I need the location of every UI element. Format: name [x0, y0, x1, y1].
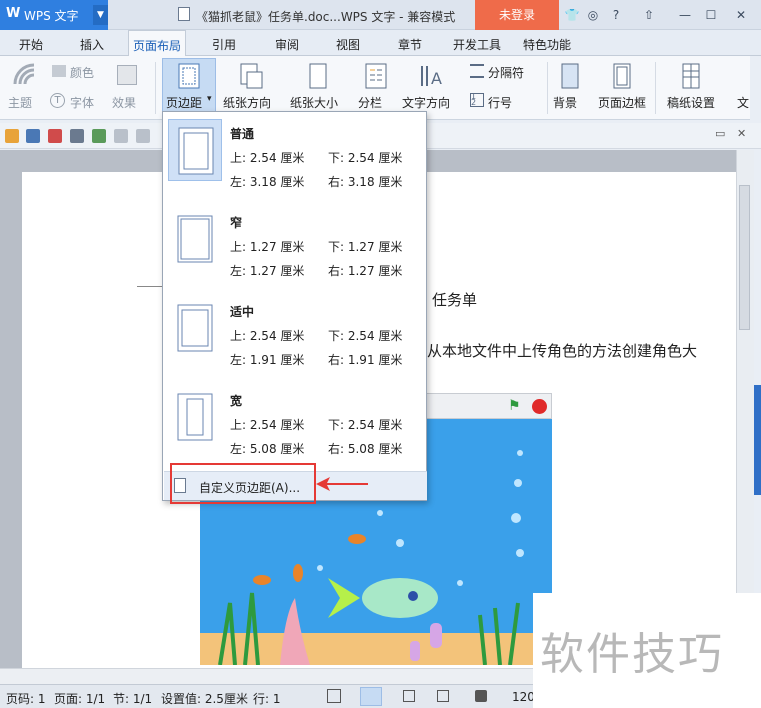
orientation-icon	[240, 63, 263, 89]
maximize-icon[interactable]: ☐	[702, 6, 720, 24]
open-icon[interactable]	[5, 129, 19, 143]
restore-icon[interactable]: ▭	[715, 127, 725, 140]
breaks-button[interactable]: 分隔符	[488, 64, 524, 81]
columns-icon	[365, 63, 387, 89]
effect-button[interactable]: 效果	[112, 94, 136, 111]
document-heading: 任务单	[432, 291, 478, 309]
tab-review[interactable]: 审阅	[275, 36, 299, 53]
margin-preset-wide[interactable]: 宽 上: 2.54 厘米 下: 2.54 厘米 左: 5.08 厘米 右: 5.…	[163, 379, 426, 467]
margins-icon	[178, 63, 200, 89]
text-direction-button[interactable]: 文字方向	[402, 94, 450, 111]
svg-text:A: A	[431, 69, 442, 88]
status-row: 行: 1	[253, 692, 281, 706]
tab-features[interactable]: 特色功能	[523, 36, 571, 53]
preview-icon[interactable]	[92, 129, 106, 143]
page-border-button[interactable]: 页面边框	[598, 94, 646, 111]
shirt-icon[interactable]: 👕	[563, 6, 581, 24]
theme-icon	[13, 63, 35, 85]
menu-bar: 开始 插入 页面布局 引用 审阅 视图 章节 开发工具 特色功能	[0, 30, 761, 57]
tab-developer[interactable]: 开发工具	[453, 36, 501, 53]
fullscreen-icon[interactable]	[327, 689, 341, 703]
page-thumb-icon	[168, 297, 222, 359]
tab-insert[interactable]: 插入	[80, 36, 104, 53]
status-section: 节: 1/1	[113, 692, 153, 706]
chevron-down-icon[interactable]: ▼	[93, 5, 108, 25]
more-button[interactable]: 文	[737, 94, 749, 111]
columns-button[interactable]: 分栏	[358, 94, 382, 111]
tab-home[interactable]: 开始	[19, 36, 43, 53]
color-icon	[52, 65, 66, 77]
outline-view-icon[interactable]	[403, 690, 415, 702]
document-icon	[178, 7, 190, 21]
orientation-button[interactable]: 纸张方向	[223, 94, 271, 111]
status-page-number: 页码: 1	[6, 692, 46, 706]
tab-references[interactable]: 引用	[212, 36, 236, 53]
minimize-icon[interactable]: —	[676, 6, 694, 24]
page-border-icon	[613, 63, 631, 89]
undo-icon[interactable]	[114, 129, 128, 143]
manuscript-icon	[682, 63, 700, 89]
wps-logo-icon: W	[6, 6, 21, 21]
app-name: WPS 文字	[24, 9, 79, 23]
document-line: 从本地文件中上传角色的方法创建角色大	[427, 342, 698, 360]
chat-icon[interactable]: ◎	[584, 6, 602, 24]
web-view-icon[interactable]	[437, 690, 449, 702]
watermark-text: 软件技巧	[540, 629, 724, 680]
margins-dropdown: 普通 上: 2.54 厘米 下: 2.54 厘米 左: 3.18 厘米 右: 3…	[162, 111, 427, 501]
red-arrow-icon	[316, 477, 368, 491]
background-button[interactable]: 背景	[553, 94, 577, 111]
breaks-icon	[470, 64, 484, 78]
zoom-level[interactable]: 120	[512, 690, 535, 704]
margin-marker	[137, 286, 162, 287]
chevron-down-icon: ▾	[207, 94, 212, 104]
text-direction-icon: A	[421, 66, 442, 88]
background-icon	[561, 63, 579, 89]
font-button[interactable]: 字体	[70, 94, 94, 111]
margin-preset-normal[interactable]: 普通 上: 2.54 厘米 下: 2.54 厘米 左: 3.18 厘米 右: 3…	[163, 112, 426, 200]
green-flag-icon[interactable]: ⚑	[508, 398, 521, 414]
redo-icon[interactable]	[136, 129, 150, 143]
status-pages: 页面: 1/1	[54, 692, 106, 706]
color-button[interactable]: 颜色	[70, 64, 94, 81]
effect-icon	[117, 65, 137, 85]
close-icon[interactable]: ✕	[732, 6, 750, 24]
margins-label: 页边距	[166, 96, 203, 110]
page-thumb-icon	[168, 386, 222, 448]
margin-preset-moderate[interactable]: 适中 上: 2.54 厘米 下: 2.54 厘米 左: 1.91 厘米 右: 1…	[163, 290, 426, 378]
page-thumb-icon	[168, 119, 222, 181]
pdf-icon[interactable]	[48, 129, 62, 143]
stop-icon[interactable]	[532, 399, 547, 414]
login-button[interactable]: 未登录	[475, 0, 559, 30]
line-numbers-icon: 12	[470, 93, 484, 107]
reading-view-icon[interactable]	[475, 690, 487, 702]
highlight-box	[170, 463, 316, 504]
line-numbers-button[interactable]: 行号	[488, 94, 512, 111]
scroll-thumb[interactable]	[739, 185, 750, 330]
paper-size-icon	[309, 63, 327, 89]
save-icon[interactable]	[26, 129, 40, 143]
tab-sections[interactable]: 章节	[398, 36, 422, 53]
tab-view[interactable]: 视图	[336, 36, 360, 53]
close-doc-icon[interactable]: ✕	[737, 127, 746, 140]
font-icon: T	[50, 93, 65, 108]
stage-toolbar: ⚑	[425, 393, 552, 419]
app-menu-button[interactable]: W WPS 文字 ▼	[0, 0, 108, 30]
side-panel-tab[interactable]	[754, 385, 761, 495]
document-title: 《猫抓老鼠》任务单.doc...WPS 文字 - 兼容模式	[196, 10, 456, 24]
tab-page-layout[interactable]: 页面布局	[128, 30, 187, 57]
print-icon[interactable]	[70, 129, 84, 143]
upload-icon[interactable]: ⇧	[640, 6, 658, 24]
status-setting: 设置值: 2.5厘米	[161, 692, 248, 706]
page-view-icon[interactable]	[360, 687, 382, 706]
paper-size-button[interactable]: 纸张大小	[290, 94, 338, 111]
margin-preset-narrow[interactable]: 窄 上: 1.27 厘米 下: 1.27 厘米 左: 1.27 厘米 右: 1.…	[163, 201, 426, 289]
theme-button[interactable]: 主题	[8, 94, 32, 111]
manuscript-button[interactable]: 稿纸设置	[667, 94, 715, 111]
page-thumb-icon	[168, 208, 222, 270]
help-icon[interactable]: ?	[607, 6, 625, 24]
